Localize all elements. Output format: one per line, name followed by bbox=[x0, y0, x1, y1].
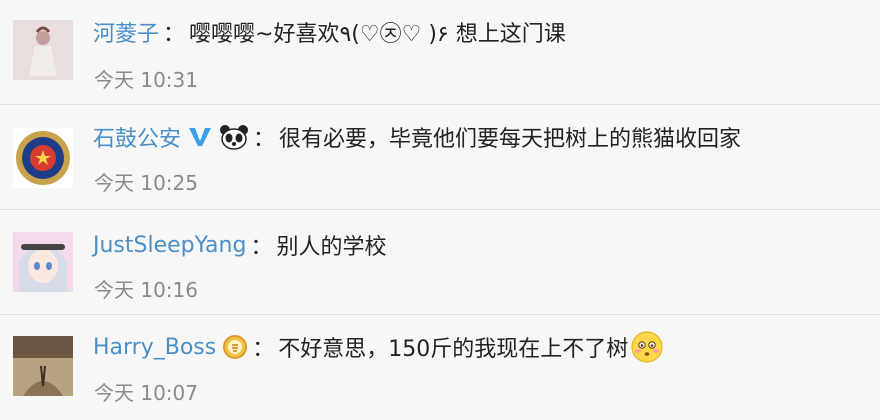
comment-text: 别人的学校 bbox=[276, 235, 387, 260]
comment-colon: ： bbox=[250, 235, 273, 260]
comment-time: 今天 10:25 bbox=[94, 171, 198, 195]
comment-colon: ： bbox=[163, 22, 186, 47]
avatar[interactable] bbox=[13, 336, 73, 396]
comment-username[interactable]: Harry_Boss bbox=[93, 335, 216, 360]
comment-text: 很有必要，毕竟他们要每天把树上的熊猫收回家 bbox=[279, 127, 742, 152]
comment-username[interactable]: 河菱子 bbox=[93, 16, 159, 48]
comment-username[interactable]: JustSleepYang bbox=[93, 233, 246, 258]
comment-username[interactable]: 石鼓公安 bbox=[93, 121, 181, 153]
comment-item: 石鼓公安 ： 很有必要，毕竟他们要每天把树上的熊猫收回家 今天 10:25 bbox=[0, 105, 880, 210]
verified-v-icon bbox=[187, 126, 213, 148]
answer-medal-icon bbox=[222, 334, 248, 360]
comment-colon: ： bbox=[253, 127, 276, 152]
comment-time: 今天 10:16 bbox=[94, 278, 198, 302]
avatar[interactable] bbox=[13, 232, 73, 292]
comment-time: 今天 10:07 bbox=[94, 381, 198, 405]
comment-list: 河菱子 ： 嘤嘤嘤~好喜欢٩(♡㉨♡ )۶ 想上这门课 今天 10:31 石鼓公… bbox=[0, 0, 880, 420]
comment-item: JustSleepYang ： 别人的学校 今天 10:16 bbox=[0, 210, 880, 315]
comment-text: 不好意思，150斤的我现在上不了树 bbox=[278, 337, 629, 362]
avatar[interactable] bbox=[13, 128, 73, 188]
panda-icon bbox=[219, 124, 249, 150]
embarrassed-face-emoji bbox=[630, 330, 664, 364]
comment-time: 今天 10:31 bbox=[94, 68, 198, 92]
comment-item: 河菱子 ： 嘤嘤嘤~好喜欢٩(♡㉨♡ )۶ 想上这门课 今天 10:31 bbox=[0, 0, 880, 105]
comment-text: 嘤嘤嘤~好喜欢٩(♡㉨♡ )۶ 想上这门课 bbox=[189, 22, 566, 47]
avatar[interactable] bbox=[13, 20, 73, 80]
comment-item: Harry_Boss ： 不好意思，150斤的我现在上不了树 今天 10:07 bbox=[0, 315, 880, 420]
comment-colon: ： bbox=[252, 337, 275, 362]
